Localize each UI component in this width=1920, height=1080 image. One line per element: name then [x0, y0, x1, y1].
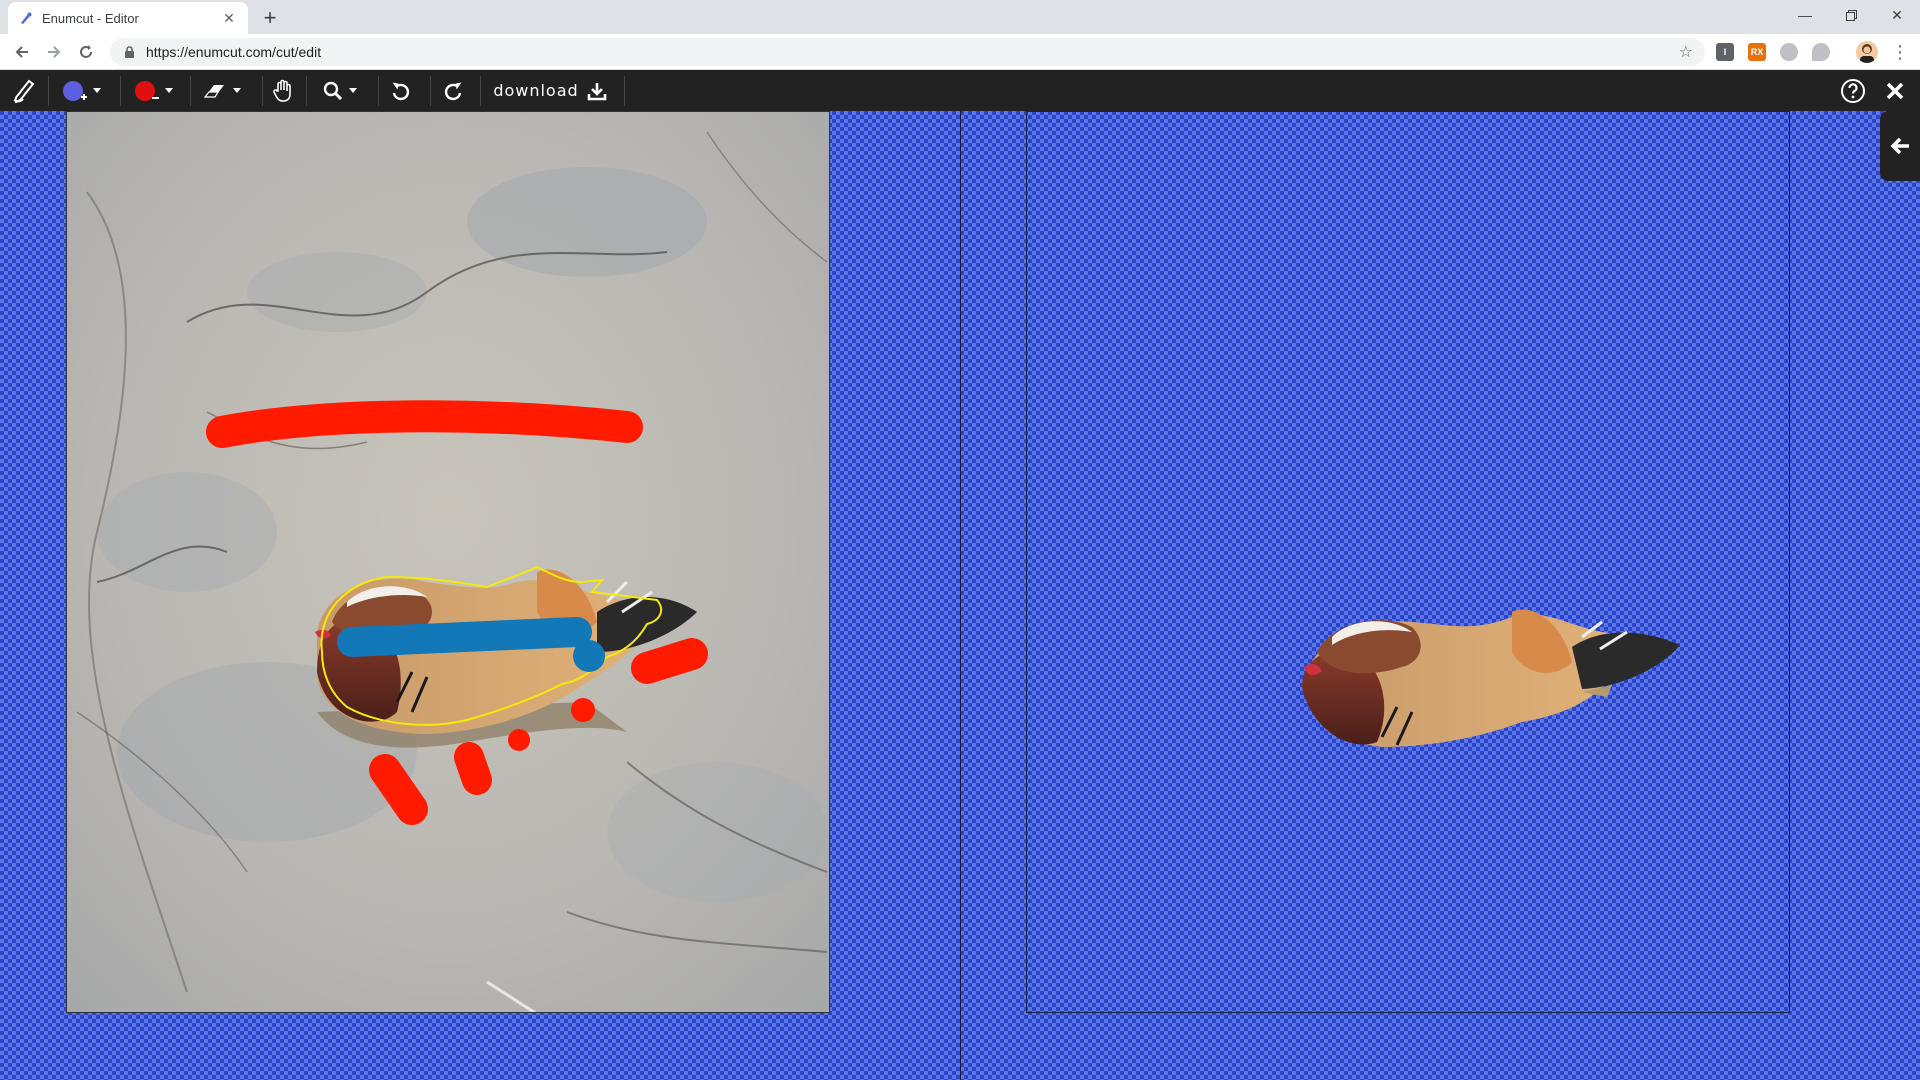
ext-shield-icon[interactable] [1812, 43, 1830, 61]
window-close-icon[interactable]: ✕ [1874, 0, 1920, 30]
new-tab-icon[interactable]: + [258, 5, 282, 30]
browser-tab-strip: Enumcut - Editor ✕ + — ✕ [0, 0, 1920, 34]
ext-rx-icon[interactable]: RX [1748, 43, 1766, 61]
enumcut-logo-icon[interactable] [6, 70, 44, 111]
browser-tab-active[interactable]: Enumcut - Editor ✕ [8, 2, 248, 34]
editor-toolbar: download [0, 70, 1920, 111]
pan-hand-button[interactable] [266, 70, 300, 111]
help-icon[interactable] [1836, 70, 1870, 111]
forward-arrow-icon[interactable] [42, 40, 66, 64]
download-icon [587, 81, 607, 101]
chevron-down-icon [164, 88, 173, 93]
tab-title: Enumcut - Editor [42, 10, 139, 26]
chevron-down-icon [348, 88, 357, 93]
chevron-down-icon [232, 88, 241, 93]
source-photo [67, 112, 829, 1012]
source-canvas[interactable] [66, 111, 830, 1013]
browser-toolbar: https://enumcut.com/cut/edit ☆ I RX ⋮ [0, 34, 1920, 70]
download-button[interactable]: download [490, 70, 610, 111]
background-stroke [206, 400, 643, 448]
eraser-button[interactable] [198, 70, 244, 111]
restore-icon[interactable] [1828, 0, 1874, 30]
foreground-stroke [337, 617, 592, 657]
cutout-result [1302, 609, 1680, 747]
bookmark-star-icon[interactable]: ☆ [1679, 42, 1693, 62]
arrow-left-icon [1888, 134, 1912, 158]
enumcut-favicon-icon [18, 10, 34, 26]
foreground-brush-button[interactable] [56, 70, 104, 111]
url-text: https://enumcut.com/cut/edit [146, 44, 322, 60]
result-canvas[interactable] [1026, 111, 1790, 1013]
editor-workspace [0, 111, 1920, 1080]
reload-icon[interactable] [74, 40, 98, 64]
ext-info-icon[interactable]: I [1716, 43, 1734, 61]
download-label: download [493, 81, 579, 100]
browser-menu-icon[interactable]: ⋮ [1890, 40, 1910, 64]
lock-icon [122, 45, 136, 59]
background-brush-button[interactable] [128, 70, 176, 111]
back-arrow-icon[interactable] [10, 40, 34, 64]
redo-button[interactable] [436, 70, 470, 111]
minimize-icon[interactable]: — [1782, 0, 1828, 30]
side-panel-toggle[interactable] [1880, 111, 1920, 181]
tab-close-icon[interactable]: ✕ [220, 9, 238, 27]
zoom-button[interactable] [316, 70, 362, 111]
address-bar[interactable]: https://enumcut.com/cut/edit ☆ [110, 38, 1705, 66]
chevron-down-icon [92, 88, 101, 93]
undo-button[interactable] [384, 70, 418, 111]
ext-circle-icon[interactable] [1780, 43, 1798, 61]
panel-divider [960, 111, 961, 1080]
profile-avatar[interactable] [1856, 41, 1878, 63]
close-editor-icon[interactable] [1878, 70, 1912, 111]
